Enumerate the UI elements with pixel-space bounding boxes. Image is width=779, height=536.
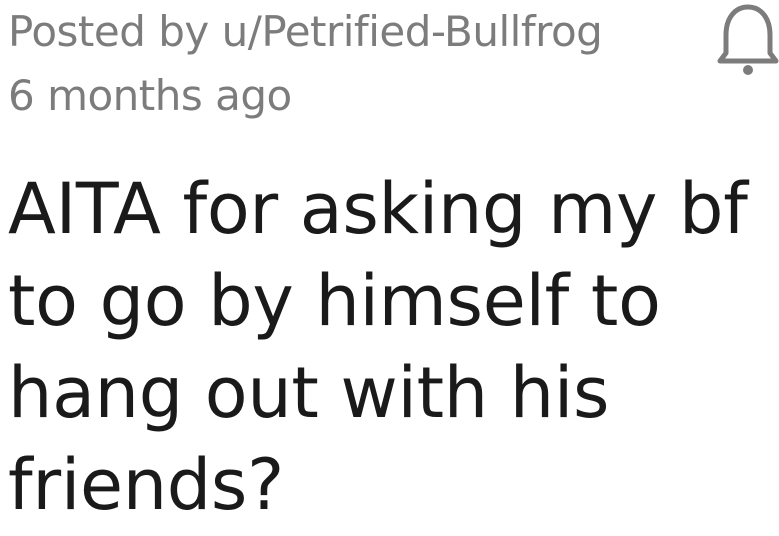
post-title[interactable]: AITA for asking my bf to go by himself t… bbox=[8, 163, 779, 531]
notification-button[interactable] bbox=[712, 0, 779, 80]
post-header: Posted by u/Petrified-Bullfrog 6 months … bbox=[8, 0, 708, 128]
posted-by-line[interactable]: Posted by u/Petrified-Bullfrog bbox=[8, 0, 708, 64]
bell-icon bbox=[717, 4, 779, 75]
post-timestamp: 6 months ago bbox=[8, 71, 292, 120]
